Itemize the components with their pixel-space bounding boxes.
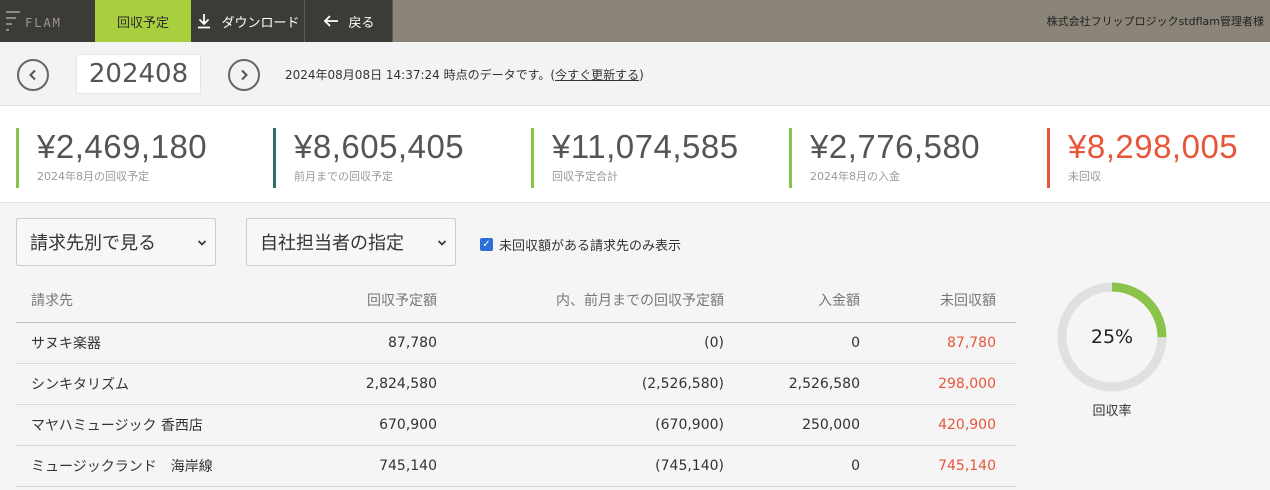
timestamp-text: 2024年08月08日 14:37:24 時点のデータです。(: [285, 68, 556, 82]
stat-label: 2024年8月の回収予定: [37, 170, 149, 183]
stat-label: 未回収: [1068, 170, 1101, 183]
collection-rate-label: 回収率: [1092, 404, 1132, 419]
refresh-link[interactable]: 今すぐ更新する: [555, 68, 639, 82]
checkbox-label: 未回収額がある請求先のみ表示: [499, 239, 682, 254]
back-button[interactable]: 戻る: [305, 0, 393, 42]
user-name: 株式会社フリップロジックstdflam管理者様: [1046, 15, 1264, 28]
stat-uncollected: ¥8,298,005 未回収: [1047, 128, 1238, 188]
previous-scheduled: (2,526,580): [641, 376, 724, 392]
client-name: シンキタリズム: [31, 377, 129, 393]
staff-value: 自社担当者の指定: [260, 233, 404, 254]
collection-table: 請求先 回収予定額 内、前月までの回収予定額 入金額 未回収額 サヌキ楽器 87…: [16, 278, 1016, 487]
month-navigation: 202408 2024年08月08日 14:37:24 時点のデータです。(今す…: [0, 42, 1270, 106]
deposit-amount: 2,526,580: [788, 376, 860, 392]
tab-collection-schedule[interactable]: 回収予定: [95, 0, 191, 42]
view-mode-value: 請求先別で見る: [30, 233, 156, 254]
stat-value: ¥8,605,405: [294, 128, 465, 165]
download-label: ダウンロード: [221, 15, 300, 31]
deposit-amount: 250,000: [802, 417, 860, 433]
previous-scheduled: (670,900): [655, 417, 724, 433]
download-icon: [198, 14, 211, 29]
header-client[interactable]: 請求先: [31, 278, 73, 322]
logo-text: FLAM: [25, 16, 62, 30]
stat-month-deposit: ¥2,776,580 2024年8月の入金: [789, 128, 980, 188]
stat-label: 回収予定合計: [552, 170, 618, 183]
uncollected-amount: 745,140: [938, 458, 996, 474]
table-row[interactable]: マヤハミュージック 香西店 670,900 (670,900) 250,000 …: [16, 405, 1016, 446]
table-header: 請求先 回収予定額 内、前月までの回収予定額 入金額 未回収額: [16, 278, 1016, 323]
deposit-amount: 0: [851, 335, 860, 351]
stat-schedule-total: ¥11,074,585 回収予定合計: [531, 128, 739, 188]
current-month: 202408: [76, 54, 201, 94]
stat-value: ¥2,469,180: [37, 128, 208, 165]
client-name: サヌキ楽器: [31, 336, 101, 352]
header-previous-scheduled[interactable]: 内、前月までの回収予定額: [556, 278, 724, 322]
user-account[interactable]: 株式会社フリップロジックstdflam管理者様: [393, 0, 1270, 42]
staff-select[interactable]: 自社担当者の指定: [246, 218, 456, 266]
data-timestamp: 2024年08月08日 14:37:24 時点のデータです。(今すぐ更新する): [285, 66, 644, 83]
stat-value: ¥11,074,585: [552, 128, 739, 165]
scheduled-amount: 670,900: [379, 417, 437, 433]
table-row[interactable]: ミュージックランド 海岸線 745,140 (745,140) 0 745,14…: [16, 446, 1016, 487]
previous-scheduled: (0): [704, 335, 724, 351]
stat-label: 前月までの回収予定: [294, 170, 393, 183]
client-name: ミュージックランド 海岸線: [31, 459, 213, 475]
back-label: 戻る: [348, 15, 375, 31]
arrow-left-icon: [324, 15, 339, 27]
chevron-right-icon: [241, 69, 248, 81]
header-scheduled-amount[interactable]: 回収予定額: [367, 278, 437, 322]
top-bar: FLAM 回収予定 ダウンロード 戻る 株式会社フリップロジックstdflam管…: [0, 0, 1270, 42]
stat-previous-schedule: ¥8,605,405 前月までの回収予定: [273, 128, 464, 188]
uncollected-amount: 298,000: [938, 376, 996, 392]
header-uncollected[interactable]: 未回収額: [940, 278, 996, 322]
table-row[interactable]: シンキタリズム 2,824,580 (2,526,580) 2,526,580 …: [16, 364, 1016, 405]
flam-logo[interactable]: FLAM: [0, 0, 95, 42]
chevron-down-icon: [437, 240, 447, 246]
logo-mark-icon: [6, 11, 20, 31]
stat-value: ¥8,298,005: [1068, 128, 1239, 165]
previous-scheduled: (745,140): [655, 458, 724, 474]
stat-label: 2024年8月の入金: [810, 170, 900, 183]
uncollected-amount: 87,780: [947, 335, 996, 351]
table-row[interactable]: サヌキ楽器 87,780 (0) 0 87,780: [16, 323, 1016, 364]
stat-month-schedule: ¥2,469,180 2024年8月の回収予定: [16, 128, 207, 188]
stat-value: ¥2,776,580: [810, 128, 981, 165]
summary-stats: ¥2,469,180 2024年8月の回収予定 ¥8,605,405 前月までの…: [0, 107, 1270, 203]
uncollected-only-checkbox[interactable]: ✓ 未回収額がある請求先のみ表示: [480, 235, 681, 254]
client-name: マヤハミュージック 香西店: [31, 418, 203, 434]
scheduled-amount: 2,824,580: [365, 376, 437, 392]
scheduled-amount: 745,140: [379, 458, 437, 474]
download-button[interactable]: ダウンロード: [191, 0, 305, 42]
prev-month-button[interactable]: [17, 59, 49, 91]
timestamp-close: ): [639, 68, 644, 82]
header-deposit[interactable]: 入金額: [818, 278, 860, 322]
view-mode-select[interactable]: 請求先別で見る: [16, 218, 216, 266]
uncollected-amount: 420,900: [938, 417, 996, 433]
deposit-amount: 0: [851, 458, 860, 474]
next-month-button[interactable]: [228, 59, 260, 91]
checkbox-checked-icon[interactable]: ✓: [480, 238, 493, 251]
scheduled-amount: 87,780: [388, 335, 437, 351]
chevron-left-icon: [29, 69, 36, 81]
collection-rate-percent: 25%: [1090, 326, 1134, 348]
chevron-down-icon: [197, 240, 207, 246]
